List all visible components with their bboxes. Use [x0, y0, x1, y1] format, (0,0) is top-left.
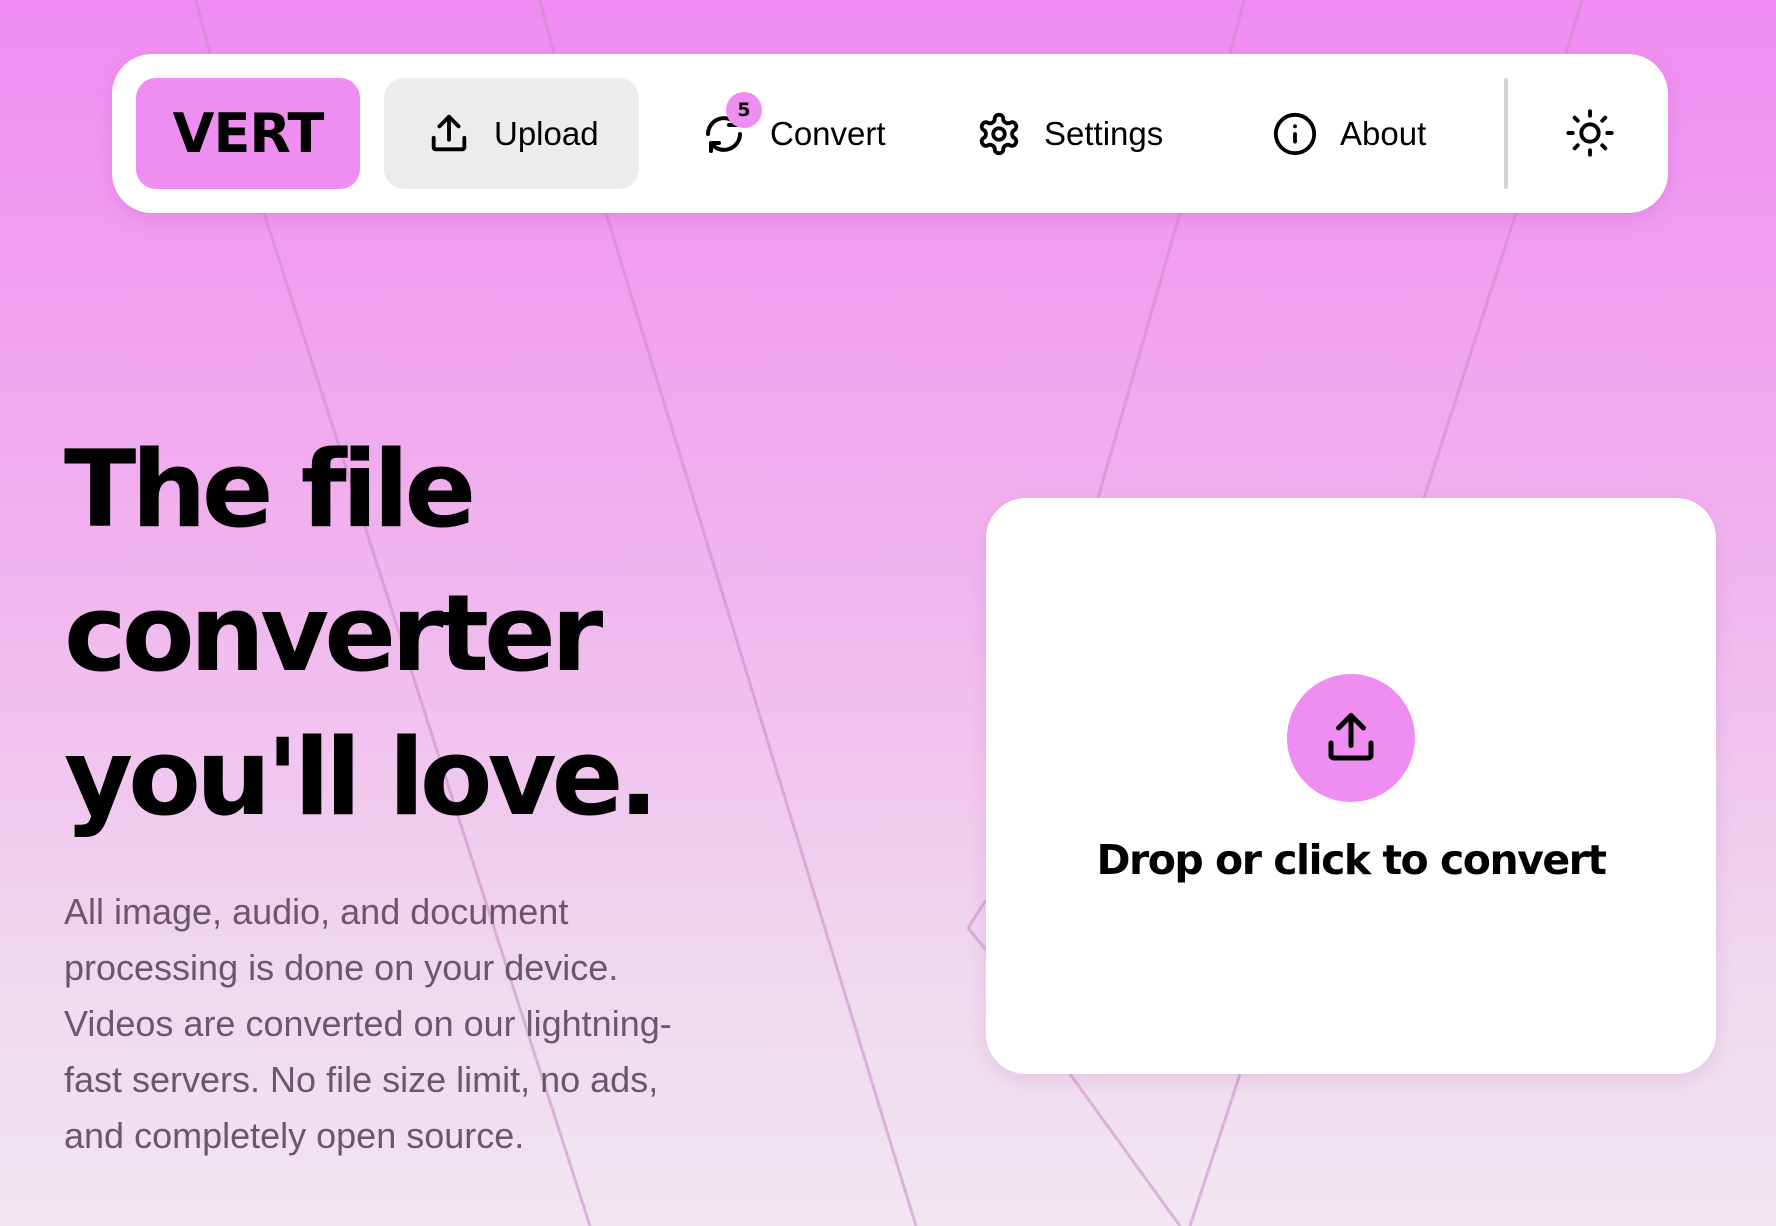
hero-title-line: you'll love. [64, 716, 659, 839]
upload-icon [431, 114, 467, 151]
nav-upload[interactable]: Upload [384, 78, 639, 189]
hero-title: The file converter you'll love. [64, 418, 784, 850]
convert-count-badge: 5 [726, 91, 762, 128]
convert-icon-wrap: 5 [700, 91, 762, 158]
nav-about[interactable]: About [1272, 78, 1426, 189]
nav-convert-label: Convert [770, 114, 886, 152]
hero-title-line: The file [64, 428, 476, 551]
info-icon [1273, 112, 1317, 155]
nav-settings[interactable]: Settings [976, 78, 1163, 189]
nav-settings-label: Settings [1044, 114, 1164, 152]
hero-description-line: processing is done on your device. [64, 947, 619, 988]
nav-convert[interactable]: 5 Convert [700, 78, 886, 189]
theme-toggle-button[interactable] [1564, 107, 1616, 159]
drop-zone-label: Drop or click to convert [1096, 836, 1607, 884]
hero-description-line: Videos are converted on our lightning- [64, 1003, 672, 1044]
nav-about-label: About [1340, 114, 1427, 152]
hero-description-line: and completely open source. [64, 1115, 525, 1156]
vert-logo[interactable]: VERT [136, 78, 360, 189]
hero-title-line: converter [64, 572, 603, 695]
nav-upload-label: Upload [494, 114, 599, 152]
file-drop-zone[interactable]: Drop or click to convert [986, 498, 1716, 1074]
hero-description: All image, audio, and document processin… [64, 884, 804, 1164]
gear-icon [979, 112, 1019, 155]
drop-upload-circle [1287, 674, 1415, 802]
nav-divider [1504, 78, 1508, 189]
sun-icon [1566, 109, 1614, 157]
hero-description-line: fast servers. No file size limit, no ads… [64, 1059, 659, 1100]
hero-description-line: All image, audio, and document [64, 891, 569, 932]
upload-icon [1328, 713, 1374, 761]
top-navigation-bar: VERT Upload 5 Convert Settings About [112, 54, 1668, 213]
